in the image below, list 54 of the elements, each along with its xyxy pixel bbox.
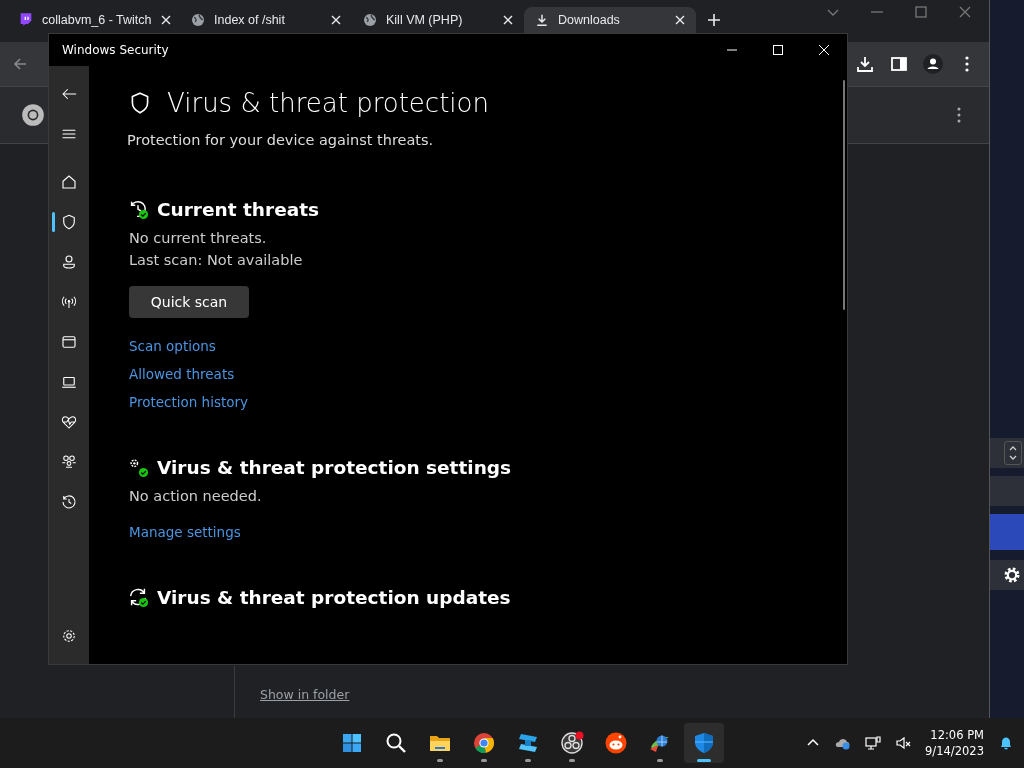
history-icon[interactable] (60, 493, 78, 511)
person-icon[interactable] (60, 253, 78, 271)
section-heading: Current threats (157, 198, 320, 220)
show-in-folder-link[interactable]: Show in folder (260, 687, 350, 702)
speaker-muted-icon[interactable] (895, 735, 912, 751)
link[interactable]: Manage settings (129, 524, 241, 540)
page-subtitle: Protection for your device against threats. (127, 132, 435, 148)
scrollbar[interactable] (843, 80, 845, 310)
profile-icon[interactable] (923, 54, 943, 74)
spinner-icon[interactable] (1004, 441, 1022, 465)
settings-icon[interactable] (1002, 565, 1022, 585)
heart-icon[interactable] (60, 413, 78, 431)
status-text: No current threats. (129, 230, 268, 246)
link[interactable]: Allowed threats (129, 366, 235, 382)
clock-date[interactable]: 9/14/2023 (925, 743, 984, 759)
link[interactable]: Protection history (129, 394, 249, 410)
settings-icon[interactable] (60, 627, 78, 645)
clock-time[interactable]: 12:06 PM (930, 727, 984, 743)
alien-logo-icon[interactable] (603, 731, 628, 755)
link[interactable]: Scan options (129, 338, 216, 354)
section-heading: Virus & threat protection updates (157, 586, 511, 608)
network-icon[interactable] (865, 735, 882, 751)
circles-logo-icon[interactable] (559, 731, 584, 755)
quick-scan-button[interactable]: Quick scan (129, 286, 249, 318)
bell-icon[interactable] (998, 735, 1014, 751)
close-icon[interactable] (330, 14, 342, 26)
window-icon[interactable] (60, 333, 78, 351)
browser-tab[interactable]: Downloads (524, 7, 696, 33)
browser-tab[interactable]: Kill VM (PHP) (352, 7, 524, 33)
browser-tab[interactable]: collabvm_6 - Twitch (8, 7, 180, 33)
new-tab-icon[interactable] (706, 12, 722, 28)
status-text: No action needed. (129, 488, 263, 504)
globe-icon (362, 12, 378, 28)
browser-logo-icon[interactable] (471, 731, 496, 755)
chat-logo-icon (18, 12, 34, 28)
maximize-icon[interactable] (772, 44, 784, 56)
family-icon[interactable] (60, 453, 78, 471)
close-icon[interactable] (502, 14, 514, 26)
download-icon[interactable] (855, 54, 875, 74)
chrome-logo-icon (20, 102, 46, 128)
shield-icon[interactable] (60, 213, 78, 231)
home-icon[interactable] (60, 173, 78, 191)
refresh-check-icon (127, 586, 149, 608)
panel-strip (990, 476, 1024, 506)
side-panel-icon[interactable] (889, 54, 909, 74)
status-text: Last scan: Not available (129, 252, 304, 268)
section-heading: Virus & threat protection settings (157, 456, 512, 478)
close-icon[interactable] (159, 14, 172, 26)
browser-tab[interactable]: Index of /shit (180, 7, 352, 33)
page-title: Virus & threat protection (167, 88, 489, 118)
close-icon[interactable] (674, 14, 686, 26)
window-title: Windows Security (62, 43, 170, 57)
globe-icon (190, 12, 206, 28)
download-icon (534, 12, 550, 28)
